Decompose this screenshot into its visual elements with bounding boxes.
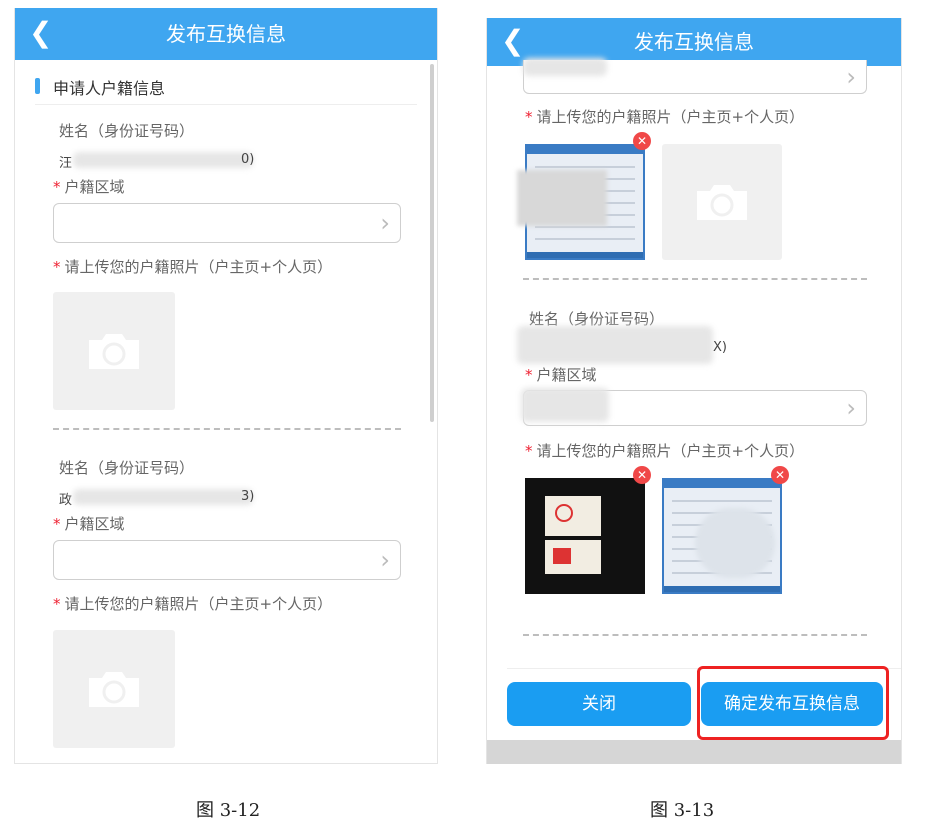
divider [35, 104, 417, 105]
masked-region-value [521, 388, 609, 422]
photo-label: * 请上传您的户籍照片（户主页+个人页） [53, 595, 333, 613]
delete-photo-icon[interactable]: ✕ [633, 466, 651, 484]
name-value-start: 汪 [59, 156, 73, 171]
region-label: * 户籍区域 [525, 366, 597, 384]
entry-separator [523, 278, 867, 280]
photo-upload-button[interactable] [53, 630, 175, 748]
section-title: 申请人户籍信息 [53, 79, 166, 98]
photo-label: * 请上传您的户籍照片（户主页+个人页） [53, 258, 333, 276]
region-select[interactable]: › [53, 540, 401, 580]
title-bar: ❮ 发布互换信息 [15, 8, 437, 60]
bottom-bar [487, 740, 901, 764]
close-button[interactable]: 关闭 [507, 682, 691, 726]
chevron-right-icon: › [380, 209, 390, 237]
name-value-start: 政 [59, 493, 73, 508]
masked-photo-area [517, 170, 607, 226]
highlight-box [697, 666, 889, 740]
chevron-right-icon: › [380, 546, 390, 574]
screen-fig-3-13: ❮ 发布互换信息 › * 请上传您的户籍照片（户主页+个人页） ✕ 姓名（身份证号… [486, 18, 902, 764]
photo-upload-button[interactable] [662, 144, 782, 260]
masked-name-value [73, 489, 253, 505]
figure-caption: 图 3-13 [650, 800, 715, 821]
photo-label: * 请上传您的户籍照片（户主页+个人页） [525, 442, 805, 460]
region-label: * 户籍区域 [53, 515, 125, 533]
photo-label: * 请上传您的户籍照片（户主页+个人页） [525, 108, 805, 126]
name-label: 姓名（身份证号码） [59, 459, 195, 477]
photo-upload-button[interactable] [53, 292, 175, 410]
section-marker [35, 78, 40, 94]
camera-icon [697, 185, 747, 220]
screen-fig-3-12: ❮ 发布互换信息 申请人户籍信息 姓名（身份证号码） 汪 0) * 户籍区域 › … [14, 8, 438, 764]
masked-photo-area [695, 508, 775, 578]
masked-region-value [523, 58, 607, 76]
name-value-end: 3) [241, 489, 255, 504]
scrollbar[interactable] [430, 64, 434, 422]
figure-caption: 图 3-12 [196, 800, 261, 821]
camera-icon [89, 334, 139, 369]
delete-photo-icon[interactable]: ✕ [633, 132, 651, 150]
name-value-end: 0) [241, 152, 255, 167]
entry-separator [53, 428, 401, 430]
chevron-right-icon: › [846, 394, 856, 422]
masked-name-value [517, 326, 713, 364]
camera-icon [89, 672, 139, 707]
name-label: 姓名（身份证号码） [59, 122, 195, 140]
uploaded-photo-booklet[interactable] [525, 478, 645, 594]
name-value-end: X) [713, 340, 727, 355]
delete-photo-icon[interactable]: ✕ [771, 466, 789, 484]
entry-separator [523, 634, 867, 636]
page-title: 发布互换信息 [166, 22, 286, 46]
region-label: * 户籍区域 [53, 178, 125, 196]
page-title: 发布互换信息 [634, 30, 754, 54]
chevron-right-icon: › [846, 62, 856, 91]
region-select[interactable]: › [53, 203, 401, 243]
masked-name-value [73, 152, 253, 168]
